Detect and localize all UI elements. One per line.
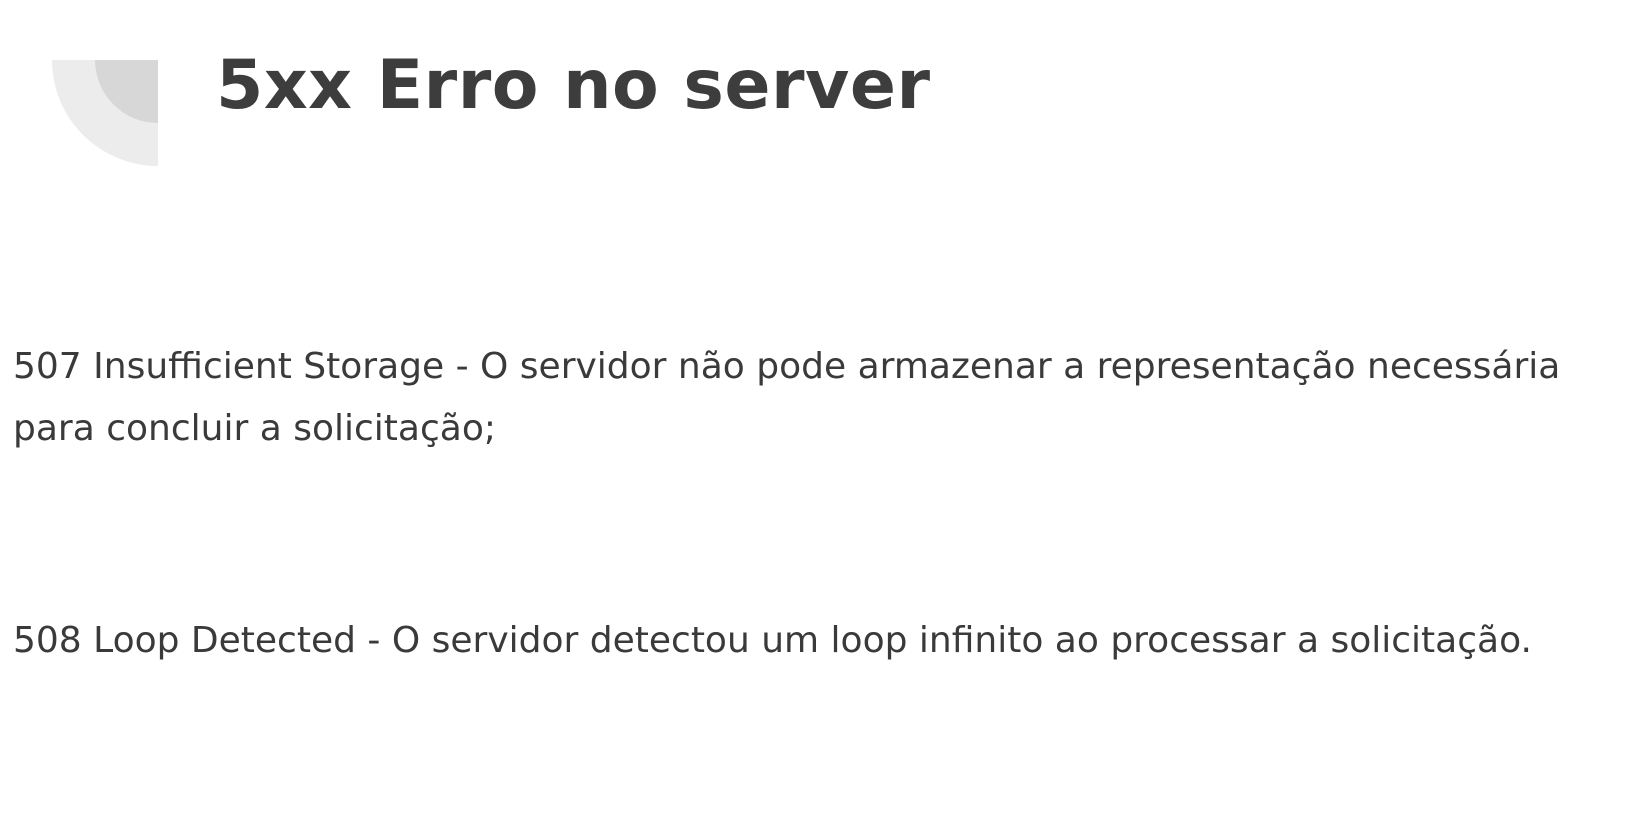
page-title: 5xx Erro no server	[216, 46, 931, 125]
content-body: 507 Insufficient Storage - O servidor nã…	[13, 336, 1613, 672]
status-508-description: 508 Loop Detected - O servidor detectou …	[13, 620, 1532, 661]
quarter-circle-decoration	[52, 60, 158, 166]
status-507-description: 507 Insufficient Storage - O servidor nã…	[13, 346, 1561, 449]
